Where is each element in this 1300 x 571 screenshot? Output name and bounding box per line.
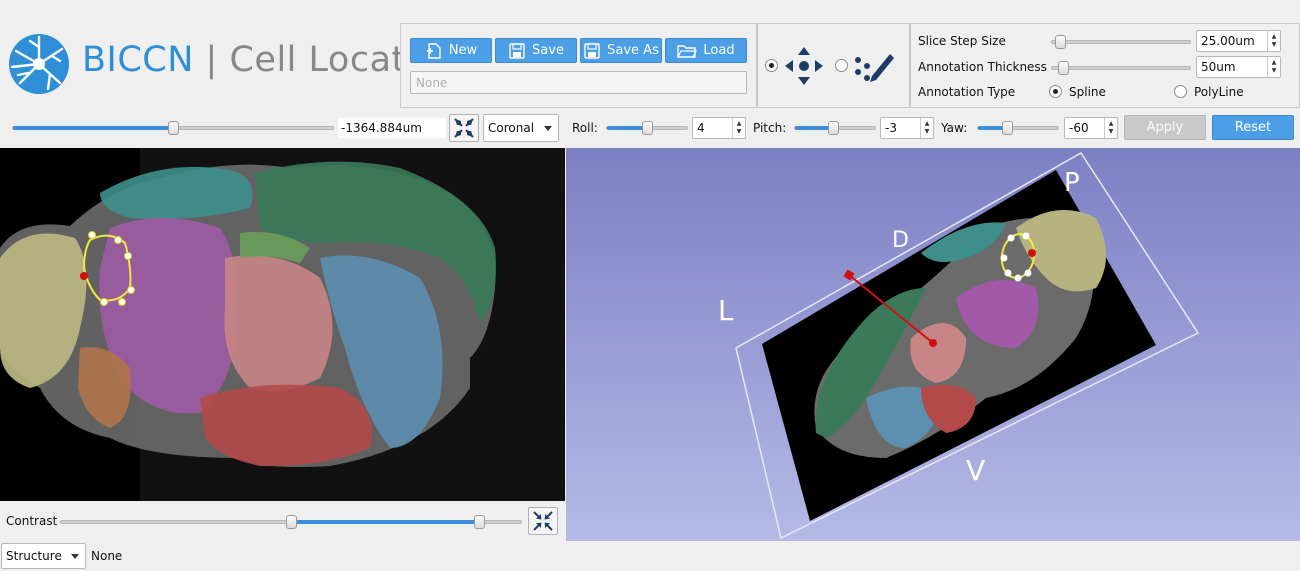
save-icon [509, 42, 525, 59]
slice-step-label: Slice Step Size [918, 34, 1006, 48]
slice-offset-slider-fill [13, 126, 173, 130]
yaw-label: Yaw: [941, 121, 968, 135]
neuron-logo-icon [9, 34, 69, 94]
pitch-spinbox[interactable]: -3 ▲ ▼ [880, 117, 934, 139]
contrast-range-slider[interactable] [60, 515, 522, 529]
structure-value: None [91, 549, 123, 563]
slice-step-spinbox[interactable]: 25.00um ▲ ▼ [1196, 30, 1281, 52]
folder-open-icon [677, 44, 698, 58]
collapse-arrows-icon [533, 511, 553, 531]
polyline-radio[interactable] [1174, 85, 1187, 98]
reset-button[interactable]: Reset [1212, 115, 1294, 140]
pitch-slider[interactable] [794, 121, 876, 135]
app-logo: BICCN | Cell Locator [0, 0, 442, 108]
annotation-type-label: Annotation Type [918, 85, 1016, 99]
annotation-thickness-slider-handle[interactable] [1058, 61, 1069, 75]
save-button-label: Save [532, 43, 564, 58]
pitch-label: Pitch: [753, 121, 787, 135]
roll-label: Roll: [572, 121, 598, 135]
apply-button-label: Apply [1146, 120, 1184, 135]
spline-radio[interactable] [1049, 85, 1062, 98]
roll-slider[interactable] [606, 121, 688, 135]
load-button[interactable]: Load [665, 38, 747, 63]
yaw-slider-handle[interactable] [1002, 121, 1013, 135]
contrast-low-handle[interactable] [286, 515, 297, 529]
slice-offset-field[interactable]: -1364.884um [338, 118, 446, 138]
pitch-value: -3 [885, 121, 897, 135]
contrast-label: Contrast [6, 514, 58, 528]
title-separator: | [205, 40, 218, 80]
slice-offset-slider-handle[interactable] [168, 121, 179, 135]
annotation-name-field[interactable]: None [410, 71, 747, 94]
save-button[interactable]: Save [495, 38, 577, 63]
orientation-label-l: L [718, 294, 734, 327]
pitch-slider-handle[interactable] [828, 121, 839, 135]
new-button[interactable]: New [410, 38, 492, 63]
annotation-name-placeholder: None [416, 75, 448, 90]
yaw-spinbox[interactable]: -60 ▲ ▼ [1064, 117, 1118, 139]
annotation-thickness-slider[interactable] [1051, 61, 1191, 75]
draw-annotation-mode-radio[interactable] [835, 59, 848, 72]
save-as-button-label: Save As [607, 43, 659, 58]
spin-arrows-icon[interactable]: ▲ ▼ [1267, 57, 1280, 77]
slice-offset-value: -1364.884um [341, 121, 422, 135]
annotation-thickness-value: 50um [1201, 60, 1236, 74]
slice-step-value: 25.00um [1201, 34, 1255, 48]
slice-offset-slider[interactable] [12, 121, 334, 135]
roll-slider-handle[interactable] [642, 121, 653, 135]
draw-points-icon [855, 54, 894, 82]
save-as-icon [584, 42, 600, 59]
spin-arrows-icon[interactable]: ▲ ▼ [732, 118, 745, 138]
pan-move-icon [785, 47, 823, 85]
slice-view-2d[interactable] [0, 148, 565, 501]
reset-button-label: Reset [1234, 120, 1272, 135]
place-view-mode-radio[interactable] [765, 59, 778, 72]
file-toolbar: New Save Save As Load None [400, 23, 757, 108]
annotation-settings-panel: Slice Step Size 25.00um ▲ ▼ Annotation Thi… [910, 23, 1300, 108]
spin-arrows-icon[interactable]: ▲ ▼ [1104, 118, 1117, 138]
yaw-slider[interactable] [977, 121, 1059, 135]
annotation-thickness-label: Annotation Thickness [918, 60, 1047, 74]
slice-step-slider-handle[interactable] [1055, 35, 1066, 49]
contrast-high-handle[interactable] [474, 515, 485, 529]
orientation-value: Coronal [488, 121, 535, 135]
slice-step-slider[interactable] [1051, 35, 1191, 49]
roll-slider-fill [607, 126, 647, 130]
brain-slice-image [0, 148, 565, 501]
collapse-arrows-icon [454, 118, 474, 138]
orientation-combo[interactable]: Coronal [483, 114, 559, 142]
roll-value: 4 [697, 121, 705, 135]
spin-arrows-icon[interactable]: ▲ ▼ [920, 118, 933, 138]
roll-spinbox[interactable]: 4 ▲ ▼ [692, 117, 746, 139]
orientation-label-v: V [966, 454, 986, 487]
spin-arrows-icon[interactable]: ▲ ▼ [1267, 31, 1280, 51]
orientation-label-d: D [892, 228, 909, 253]
save-as-button[interactable]: Save As [580, 38, 662, 63]
apply-button[interactable]: Apply [1124, 115, 1206, 140]
view-3d[interactable]: D P L V [566, 148, 1300, 541]
new-button-label: New [448, 43, 478, 58]
fit-slice-button[interactable] [449, 114, 479, 142]
contrast-range-fill [291, 520, 479, 524]
structure-combo[interactable]: Structure [1, 543, 86, 569]
yaw-value: -60 [1069, 121, 1089, 135]
app-title: BICCN | Cell Locator [82, 40, 443, 80]
load-button-label: Load [703, 43, 735, 58]
title-biccn: BICCN [82, 40, 194, 80]
orientation-label-p: P [1064, 168, 1080, 198]
brain-3d-render [735, 152, 1200, 540]
structure-combo-label: Structure [6, 549, 62, 563]
contrast-fit-button[interactable] [528, 507, 558, 535]
new-file-icon [426, 42, 441, 59]
interaction-mode-panel [757, 23, 910, 108]
spline-label: Spline [1069, 85, 1106, 99]
annotation-thickness-spinbox[interactable]: 50um ▲ ▼ [1196, 56, 1281, 78]
polyline-label: PolyLine [1194, 85, 1244, 99]
